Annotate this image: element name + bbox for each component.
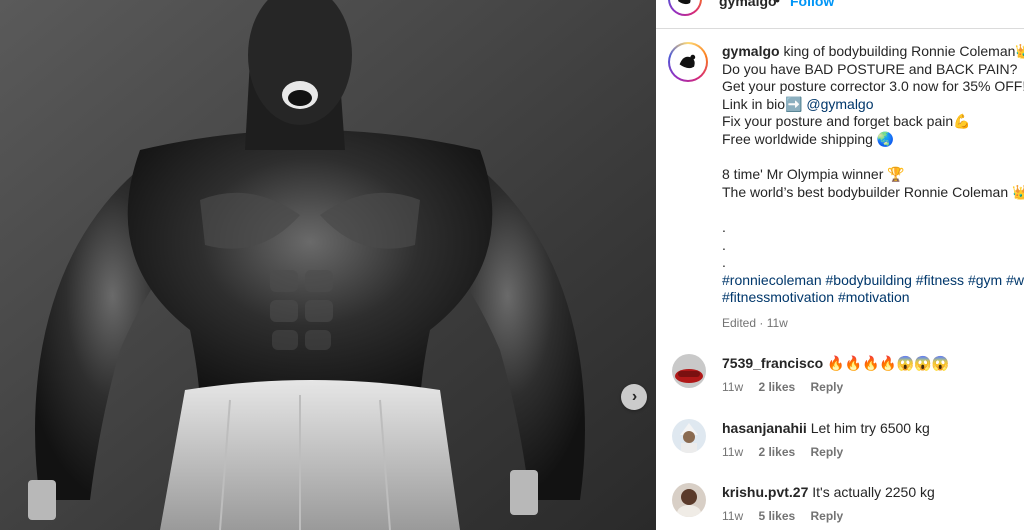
next-media-button[interactable]: ›	[621, 384, 647, 410]
author-avatar[interactable]	[668, 0, 702, 16]
commenter-avatar[interactable]	[672, 483, 706, 517]
comment-text: It's actually 2250 kg	[812, 484, 935, 500]
caption-line: .	[722, 218, 726, 235]
caption-line: The world’s best bodybuilder Ronnie Cole…	[722, 183, 1024, 200]
reply-button[interactable]: Reply	[811, 509, 844, 523]
edited-timestamp: Edited · 11w	[722, 316, 788, 330]
caption-line: .	[722, 254, 726, 271]
comment-time: 11w	[722, 509, 744, 523]
follow-button[interactable]: Follow	[790, 0, 834, 9]
caption-username[interactable]: gymalgo	[722, 43, 780, 59]
hashtags-line[interactable]: #fitnessmotivation #motivation	[722, 289, 1024, 307]
chevron-right-icon: ›	[631, 388, 638, 405]
commenter-username[interactable]: krishu.pvt.27	[722, 484, 808, 500]
post-caption: gymalgo king of bodybuilding Ronnie Cole…	[722, 43, 1024, 307]
author-username[interactable]: gymalgo	[719, 0, 777, 9]
commenter-avatar[interactable]	[672, 419, 706, 453]
reply-button[interactable]: Reply	[811, 380, 844, 394]
comment-time: 11w	[722, 445, 744, 459]
caption-line: Do you have BAD POSTURE and BACK PAIN?❗	[722, 60, 1024, 77]
caption-line: 8 time' Mr Olympia winner 🏆	[722, 166, 905, 183]
caption-line: .	[722, 236, 726, 253]
comment-likes[interactable]: 2 likes	[758, 380, 795, 394]
post-header: gymalgo • Follow	[656, 0, 1024, 29]
caption-line: Free worldwide shipping 🌏	[722, 130, 895, 147]
hashtags-line[interactable]: #ronniecoleman #bodybuilding #fitness #g…	[722, 272, 1024, 290]
caption-line: Fix your posture and forget back pain💪	[722, 113, 971, 130]
caption-line: Get your posture corrector 3.0 now for 3…	[722, 78, 1024, 95]
commenter-avatar[interactable]	[672, 354, 706, 388]
comment-text: 🔥🔥🔥🔥😱😱😱	[827, 355, 950, 371]
comment-text: Let him try 6500 kg	[810, 420, 930, 436]
gym-logo-icon	[678, 0, 691, 5]
caption-line: Link in bio➡️	[722, 95, 807, 112]
post-image[interactable]: ›	[0, 0, 656, 530]
separator-dot: •	[775, 0, 780, 8]
reply-button[interactable]: Reply	[811, 445, 844, 459]
comment-likes[interactable]: 5 likes	[758, 509, 795, 523]
comment-time: 11w	[722, 380, 744, 394]
gym-logo-icon	[679, 54, 696, 69]
caption-author-avatar[interactable]	[668, 42, 708, 82]
commenter-username[interactable]: hasanjanahii	[722, 420, 807, 436]
mention-link[interactable]: @gymalgo	[806, 96, 873, 112]
comment-likes[interactable]: 2 likes	[758, 445, 795, 459]
commenter-username[interactable]: 7539_francisco	[722, 355, 823, 371]
bodybuilder-photo	[0, 0, 656, 530]
caption-line: king of bodybuilding Ronnie Coleman👑	[783, 43, 1024, 59]
post-detail-panel: gymalgo • Follow gymalgo king of bodybui…	[656, 0, 1024, 530]
